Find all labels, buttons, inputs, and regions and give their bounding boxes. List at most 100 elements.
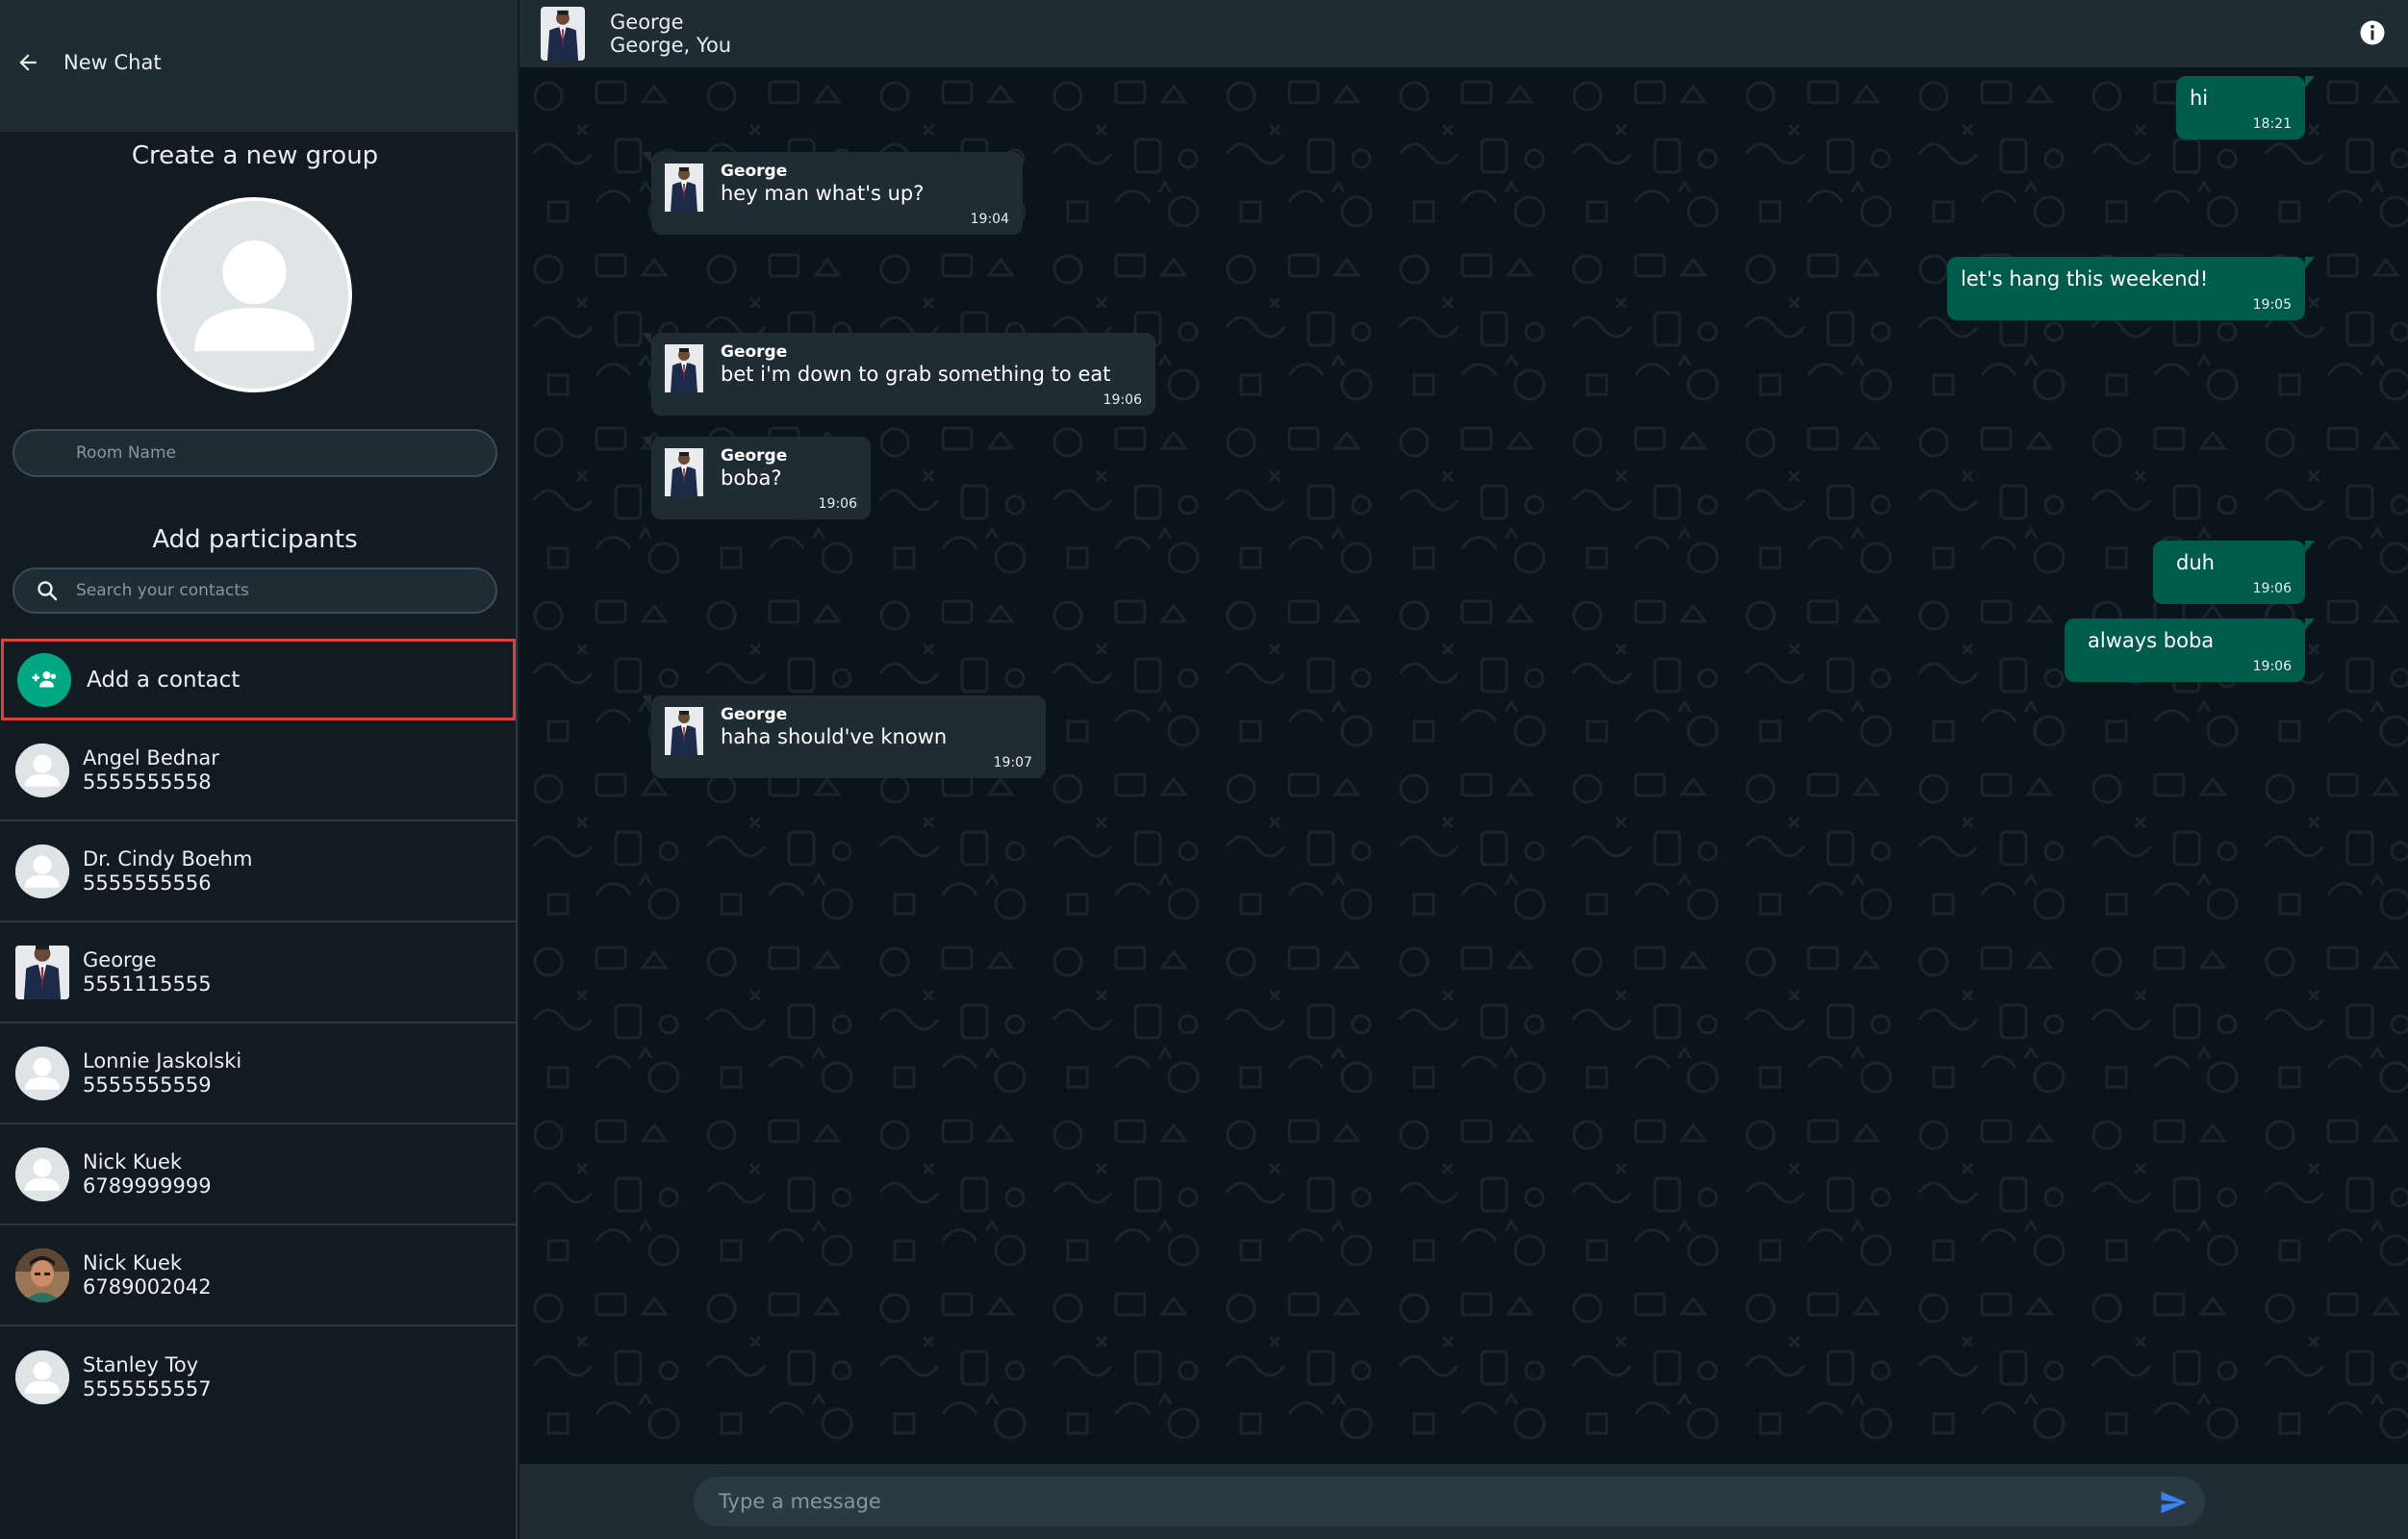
avatar (15, 844, 69, 898)
contact-item[interactable]: Angel Bednar 5555555558 (0, 720, 518, 821)
person-icon (15, 845, 69, 898)
person-icon (15, 1350, 69, 1404)
avatar (665, 448, 703, 496)
message-text: duh (2176, 551, 2215, 574)
message-time: 19:06 (2252, 659, 2292, 674)
avatar (15, 743, 69, 797)
contact-phone: 5555555559 (83, 1072, 212, 1097)
contact-name: Nick Kuek (83, 1250, 183, 1274)
contact-name: George (83, 947, 157, 971)
search-icon (34, 577, 61, 604)
contact-phone: 5555555558 (83, 770, 212, 794)
contact-list: Angel Bednar 5555555558 Dr. Cindy Boehm 55… (0, 720, 518, 1427)
room-name-field-wrapper (13, 429, 497, 477)
message-sender: George (721, 162, 788, 181)
avatar (15, 1248, 69, 1302)
contact-name: Dr. Cindy Boehm (83, 846, 253, 870)
message-time: 19:05 (2252, 297, 2292, 313)
message-composer (520, 1464, 2408, 1539)
contact-name: Lonnie Jaskolski (83, 1048, 242, 1072)
contact-name: Stanley Toy (83, 1352, 199, 1376)
chat-title: George (610, 11, 684, 34)
chat-header[interactable]: George George, You (520, 0, 2408, 67)
avatar (15, 945, 69, 999)
message-input[interactable] (694, 1476, 2205, 1526)
contact-search-bar (13, 568, 497, 614)
outgoing-message: hi 18:21 (2176, 76, 2315, 139)
chat-panel: George George, You hi 18:21 George hey m… (520, 0, 2408, 1539)
contact-item[interactable]: George 5551115555 (0, 922, 518, 1023)
contact-item[interactable]: Nick Kuek 6789002042 (0, 1225, 518, 1326)
message-time: 19:06 (818, 496, 857, 512)
contact-name: Angel Bednar (83, 745, 219, 770)
message-input-wrapper (694, 1476, 2205, 1526)
add-contact-button[interactable]: Add a contact (1, 639, 516, 720)
group-avatar-picker[interactable] (157, 197, 352, 392)
person-icon (15, 1047, 69, 1100)
add-contact-label: Add a contact (87, 667, 241, 693)
profile-photo-icon (665, 448, 703, 496)
avatar (15, 1350, 69, 1404)
message-time: 18:21 (2252, 116, 2292, 132)
avatar (665, 344, 703, 392)
contact-phone: 5555555556 (83, 870, 212, 895)
outgoing-message: let's hang this weekend! 19:05 (1947, 257, 2315, 320)
person-icon (161, 201, 348, 389)
message-time: 19:06 (1103, 392, 1142, 408)
message-text: boba? (721, 467, 782, 490)
avatar (541, 7, 585, 61)
incoming-message: George boba? 19:06 (642, 437, 871, 519)
incoming-message: George hey man what's up? 19:04 (642, 152, 1023, 235)
incoming-message: George bet i'm down to grab something to… (642, 333, 1155, 416)
avatar (15, 1147, 69, 1201)
profile-photo-icon (665, 344, 703, 392)
send-icon[interactable] (2159, 1488, 2188, 1517)
contact-name: Nick Kuek (83, 1149, 183, 1173)
contact-phone: 5551115555 (83, 971, 212, 996)
outgoing-message: always boba 19:06 (2065, 618, 2315, 682)
contact-phone: 5555555557 (83, 1376, 212, 1400)
arrow-left-icon[interactable] (13, 48, 42, 77)
room-name-input[interactable] (14, 431, 495, 475)
message-text: haha should've known (721, 725, 948, 748)
message-text: hi (2190, 87, 2209, 110)
avatar (665, 164, 703, 212)
contact-phone: 6789999999 (83, 1173, 212, 1198)
new-chat-sidebar: New Chat Create a new group Add particip… (0, 0, 518, 1539)
message-sender: George (721, 705, 788, 724)
add-participants-title: Add participants (152, 525, 358, 554)
person-icon (15, 744, 69, 797)
profile-photo-icon (15, 946, 69, 999)
info-icon[interactable] (2358, 18, 2387, 47)
message-text: always boba (2088, 629, 2215, 652)
contact-item[interactable]: Nick Kuek 6789999999 (0, 1124, 518, 1225)
contact-item[interactable]: Dr. Cindy Boehm 5555555556 (0, 821, 518, 922)
profile-photo-icon (15, 1249, 69, 1302)
message-time: 19:04 (970, 212, 1009, 227)
message-sender: George (721, 342, 788, 362)
app-window: New Chat Create a new group Add particip… (0, 0, 2408, 1539)
message-sender: George (721, 446, 788, 466)
person-icon (15, 1148, 69, 1201)
sidebar-title: New Chat (63, 50, 162, 74)
message-text: hey man what's up? (721, 182, 925, 205)
contact-phone: 6789002042 (83, 1274, 212, 1299)
profile-photo-icon (665, 164, 703, 212)
outgoing-message: duh 19:06 (2153, 541, 2315, 604)
contact-item[interactable]: Stanley Toy 5555555557 (0, 1326, 518, 1427)
contact-search-input[interactable] (61, 569, 495, 612)
message-text: let's hang this weekend! (1961, 267, 2209, 290)
message-text: bet i'm down to grab something to eat (721, 363, 1111, 386)
incoming-message: George haha should've known 19:07 (642, 695, 1046, 778)
profile-photo-icon (541, 7, 585, 61)
message-time: 19:06 (2252, 581, 2292, 596)
avatar (665, 707, 703, 755)
contact-item[interactable]: Lonnie Jaskolski 5555555559 (0, 1023, 518, 1124)
profile-photo-icon (665, 707, 703, 755)
chat-members: George, You (610, 34, 732, 57)
sidebar-header: New Chat (0, 0, 518, 132)
avatar (15, 1046, 69, 1100)
create-group-title: Create a new group (131, 141, 379, 170)
group-add-icon (17, 652, 71, 707)
message-time: 19:07 (993, 755, 1032, 770)
